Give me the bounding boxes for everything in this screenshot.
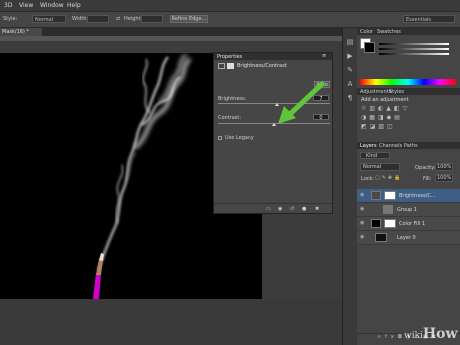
status-area [0,299,342,345]
kind-label: Kind [366,153,378,159]
reset-icon[interactable]: ↺ [290,206,294,212]
menu-view[interactable]: View [19,2,33,9]
tab-swatches[interactable]: Swatches [377,29,401,35]
layer-row[interactable]: ◉ Brightness/C... [357,189,460,203]
color-slider-g[interactable] [379,48,449,50]
layer-row[interactable]: ◉ Color Fill 1 [357,217,460,231]
character-icon[interactable]: A [346,80,354,88]
annotation-arrow [278,81,325,124]
panel-menu-icon[interactable]: ≡ [322,53,326,59]
properties-panel: Properties ≡ Brightness/Contrast Auto Br… [213,52,333,214]
layer-name: Brightness/C... [399,193,436,199]
adjustment-layer-icon [371,191,381,200]
workspace-select[interactable]: Essentials [403,15,455,23]
folder-icon [383,205,393,214]
document-tab[interactable]: Mask/16) * [0,28,42,36]
tab-paths[interactable]: Paths [404,143,418,149]
layer-name: Group 1 [397,207,417,213]
swap-icon[interactable]: ⇄ [116,16,120,22]
refine-edge-button[interactable]: Refine Edge... [170,15,208,23]
tab-adjustments[interactable]: Adjustments [360,89,391,95]
document-tab-bar: Mask/16) * [0,28,355,36]
style-select[interactable]: Normal [32,15,66,23]
visibility-icon[interactable]: ● [302,206,306,212]
layer-name: Color Fill 1 [399,221,426,227]
color-fill-thumbnail [371,219,381,228]
eye-icon[interactable]: ◉ [360,193,365,198]
opacity-field[interactable]: 100% [435,163,453,171]
layer-row[interactable]: ◉ Group 1 [357,203,460,217]
layer-mask-thumbnail [384,191,396,200]
color-slider-r[interactable] [379,43,449,45]
layer-filter-kind[interactable]: Kind [360,152,390,159]
color-spectrum[interactable] [360,79,456,85]
contrast-label: Contrast: [218,115,242,121]
options-bar: Style: Normal Width: ⇄ Height: Refine Ed… [0,12,460,28]
color-panel-tabs: Color Swatches [357,28,460,35]
layer-mask-thumbnail [384,219,396,228]
brightness-label: Brightness: [218,96,247,102]
add-adjustment-label: Add an adjustment [361,97,409,103]
lock-icons[interactable]: ▢✎✥🔒 [375,175,402,181]
fill-field[interactable]: 100% [435,174,453,182]
actions-icon[interactable]: ▶ [346,52,354,60]
smoke-wisps [97,54,192,272]
lock-label: Lock: [361,176,375,182]
horizontal-ruler [0,36,355,41]
layers-panel-tabs: Layers Channels Paths [357,142,460,149]
width-field[interactable] [87,15,109,23]
paragraph-icon[interactable]: ¶ [346,94,354,102]
adjustment-icon [218,63,225,69]
width-label: Width: [72,16,89,22]
background-color-swatch[interactable] [364,42,375,53]
watermark-logo: wikiHow [404,326,458,342]
adjustment-icons-row[interactable]: ☼▥◐▲◧▽ [361,105,410,112]
menu-window[interactable]: Window [40,2,64,9]
color-slider-b[interactable] [379,53,449,55]
layer-thumbnail [375,233,387,242]
adjustment-name: Brightness/Contrast [237,63,287,69]
tab-color[interactable]: Color [360,29,373,35]
history-icon[interactable]: ▤ [346,38,354,46]
opacity-label: Opacity: [415,165,436,171]
right-panels: Color Swatches Adjustments Styles Add an… [357,28,460,345]
eye-icon[interactable]: ◉ [360,221,365,226]
height-field[interactable] [141,15,163,23]
menu-bar: 3D View Window Help [0,0,460,12]
layer-name: Layer 0 [397,235,416,241]
blend-mode-select[interactable]: Normal [360,163,400,171]
eye-icon[interactable]: ◉ [360,235,365,240]
incense-stick [93,253,104,299]
clip-to-layer-icon[interactable]: ▭ [266,206,271,212]
height-label: Height: [124,16,143,22]
layer-row[interactable]: ◉ Layer 0 [357,231,460,245]
delete-icon[interactable]: ✖ [315,206,319,212]
brush-icon[interactable]: ✎ [346,66,354,74]
panel-icon-column: ▤ ▶ ✎ A ¶ [342,28,358,345]
menu-help[interactable]: Help [67,2,81,9]
adjustment-icons-row-2[interactable]: ◑▦◨◆▤ [361,114,403,121]
mask-icon[interactable] [227,63,234,69]
fill-label: Fill: [423,176,432,182]
tab-layers[interactable]: Layers [360,143,377,149]
view-previous-icon[interactable]: ◉ [278,206,282,212]
properties-footer: ▭ ◉ ↺ ● ✖ [214,203,332,214]
use-legacy-checkbox[interactable] [218,136,222,140]
adjustments-panel-tabs: Adjustments Styles [357,88,460,95]
properties-header[interactable]: Properties ≡ [214,53,332,60]
menu-3d[interactable]: 3D [4,2,12,9]
tab-channels[interactable]: Channels [379,143,402,149]
style-label: Style: [3,16,18,22]
use-legacy-label: Use Legacy [225,135,254,141]
eye-icon[interactable]: ◉ [360,207,365,212]
adjustment-icons-row-3[interactable]: ◩◪▧◫ [361,123,396,130]
tab-styles[interactable]: Styles [389,89,404,95]
properties-title: Properties [217,54,243,60]
